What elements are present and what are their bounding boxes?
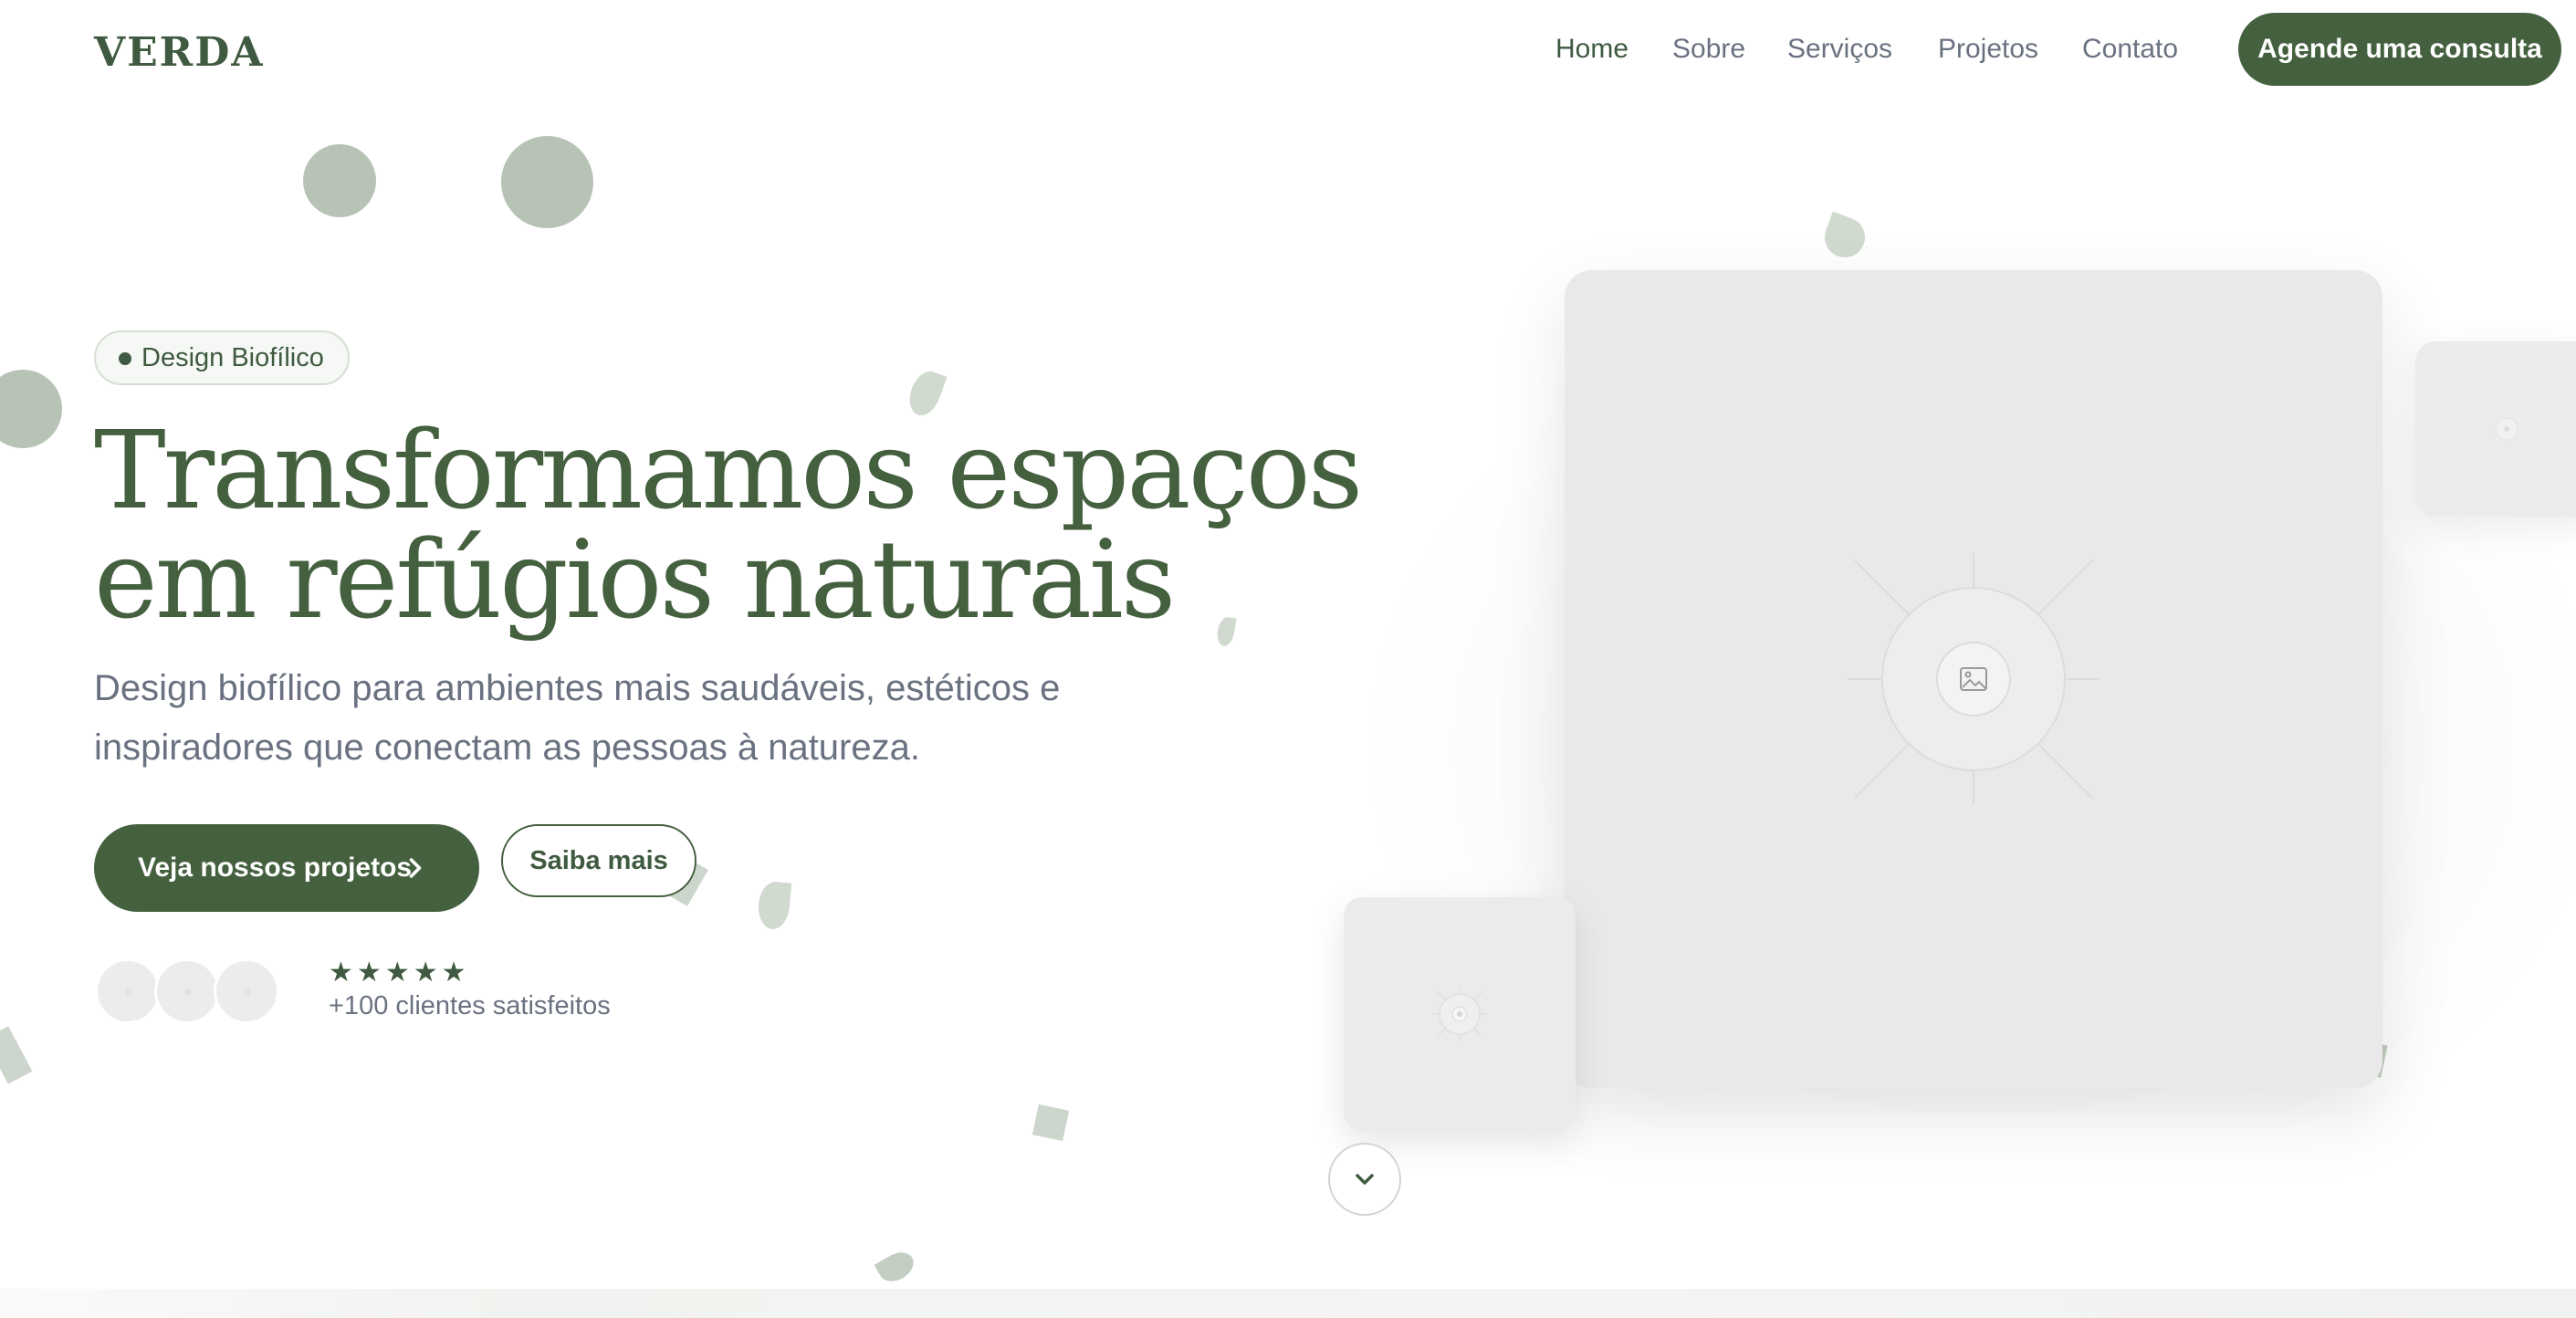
decor-leaf xyxy=(756,880,792,931)
clients-count: +100 clientes satisfeitos xyxy=(329,991,611,1020)
star-icon: ★ xyxy=(384,957,410,988)
badge-dot xyxy=(119,352,131,365)
scroll-down-button[interactable] xyxy=(1328,1143,1401,1216)
avatar xyxy=(95,958,161,1024)
decor-bubble xyxy=(0,370,62,448)
nav-sobre[interactable]: Sobre xyxy=(1672,33,1745,66)
nav-contato[interactable]: Contato xyxy=(2082,33,2178,66)
view-projects-button[interactable]: Veja nossos projetos xyxy=(94,824,479,912)
image-placeholder-graphic xyxy=(1848,553,2100,805)
schedule-consultation-button[interactable]: Agende uma consulta xyxy=(2238,13,2561,86)
chevron-right-icon xyxy=(409,858,422,878)
badge-label: Design Biofílico xyxy=(141,343,324,372)
avatar xyxy=(214,958,279,1024)
avatar xyxy=(154,958,220,1024)
chevron-down-icon xyxy=(1356,1174,1374,1185)
decor-shard xyxy=(0,1026,33,1084)
decor-bubble xyxy=(303,144,376,217)
star-icon: ★ xyxy=(356,957,382,988)
category-badge: Design Biofílico xyxy=(94,330,350,385)
view-projects-label: Veja nossos projetos xyxy=(138,853,413,883)
rating-stars: ★ ★ ★ ★ ★ xyxy=(329,958,466,988)
nav-home[interactable]: Home xyxy=(1555,33,1628,66)
image-icon xyxy=(2495,417,2518,441)
image-icon xyxy=(1432,987,1487,1041)
logo[interactable]: VERDA xyxy=(94,29,265,76)
hero-image-placeholder xyxy=(1565,270,2382,1088)
nav-servicos[interactable]: Serviços xyxy=(1787,33,1892,66)
hero-headline: Transformamos espaços em refúgios natura… xyxy=(94,407,1363,643)
next-section-edge xyxy=(0,1289,2576,1318)
star-icon: ★ xyxy=(441,957,466,988)
decor-bubble xyxy=(501,136,593,228)
nav-projetos[interactable]: Projetos xyxy=(1938,33,2038,66)
thumbnail-placeholder xyxy=(2415,341,2576,517)
headline-line-2: em refúgios naturais xyxy=(94,517,1176,643)
decor-shard xyxy=(1031,1104,1070,1142)
headline-line-1: Transformamos espaços xyxy=(94,407,1363,533)
thumbnail-placeholder xyxy=(1344,897,1576,1131)
star-icon: ★ xyxy=(329,957,353,988)
star-icon: ★ xyxy=(413,957,438,988)
learn-more-button[interactable]: Saiba mais xyxy=(501,824,696,897)
decor-leaf xyxy=(874,1246,919,1288)
hero-subtitle: Design biofílico para ambientes mais sau… xyxy=(94,668,1061,768)
